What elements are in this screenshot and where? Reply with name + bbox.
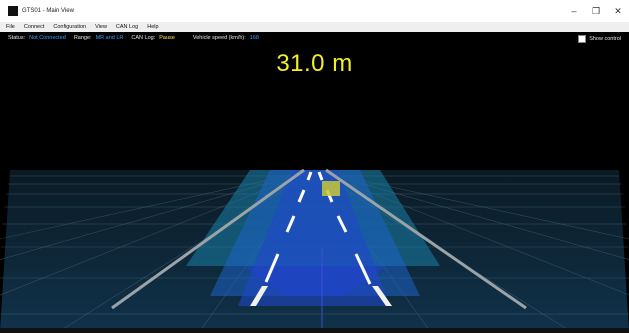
menu-connect[interactable]: Connect (24, 24, 45, 30)
menu-help[interactable]: Help (147, 24, 158, 30)
status-bar: Status: Not Connected Range: MR and LR C… (0, 32, 629, 44)
maximize-button[interactable]: ❐ (585, 0, 607, 22)
menu-view[interactable]: View (95, 24, 107, 30)
menu-file[interactable]: File (6, 24, 15, 30)
speed-label: Vehicle speed (km/h): (192, 35, 246, 41)
menu-bar: File Connect Configuration View CAN Log … (0, 22, 629, 32)
app-icon (8, 6, 18, 16)
distance-readout: 31.0 m (276, 50, 353, 77)
range-value: MR and LR (95, 35, 124, 41)
window-title: GTS01 - Main View (22, 8, 74, 14)
radar-viewport[interactable]: 31.0 m (0, 44, 629, 331)
bottom-bar (0, 328, 629, 333)
canlog-label: CAN Log: (131, 35, 156, 41)
minimize-button[interactable]: – (563, 0, 585, 22)
speed-value: 168 (249, 35, 259, 41)
target-marker[interactable] (322, 181, 340, 196)
title-bar: GTS01 - Main View – ❐ ✕ (0, 0, 629, 22)
canlog-value: Pause (159, 35, 175, 41)
menu-can-log[interactable]: CAN Log (116, 24, 138, 30)
status-value: Not Connected (29, 35, 66, 41)
range-label: Range: (73, 35, 92, 41)
menu-configuration[interactable]: Configuration (53, 24, 86, 30)
show-control-checkbox[interactable] (578, 35, 587, 43)
road-scene (0, 168, 629, 331)
show-control-label: Show control (589, 36, 621, 42)
close-button[interactable]: ✕ (607, 0, 629, 22)
show-control-toggle[interactable]: Show control (578, 35, 621, 43)
status-label: Status: (8, 35, 26, 41)
